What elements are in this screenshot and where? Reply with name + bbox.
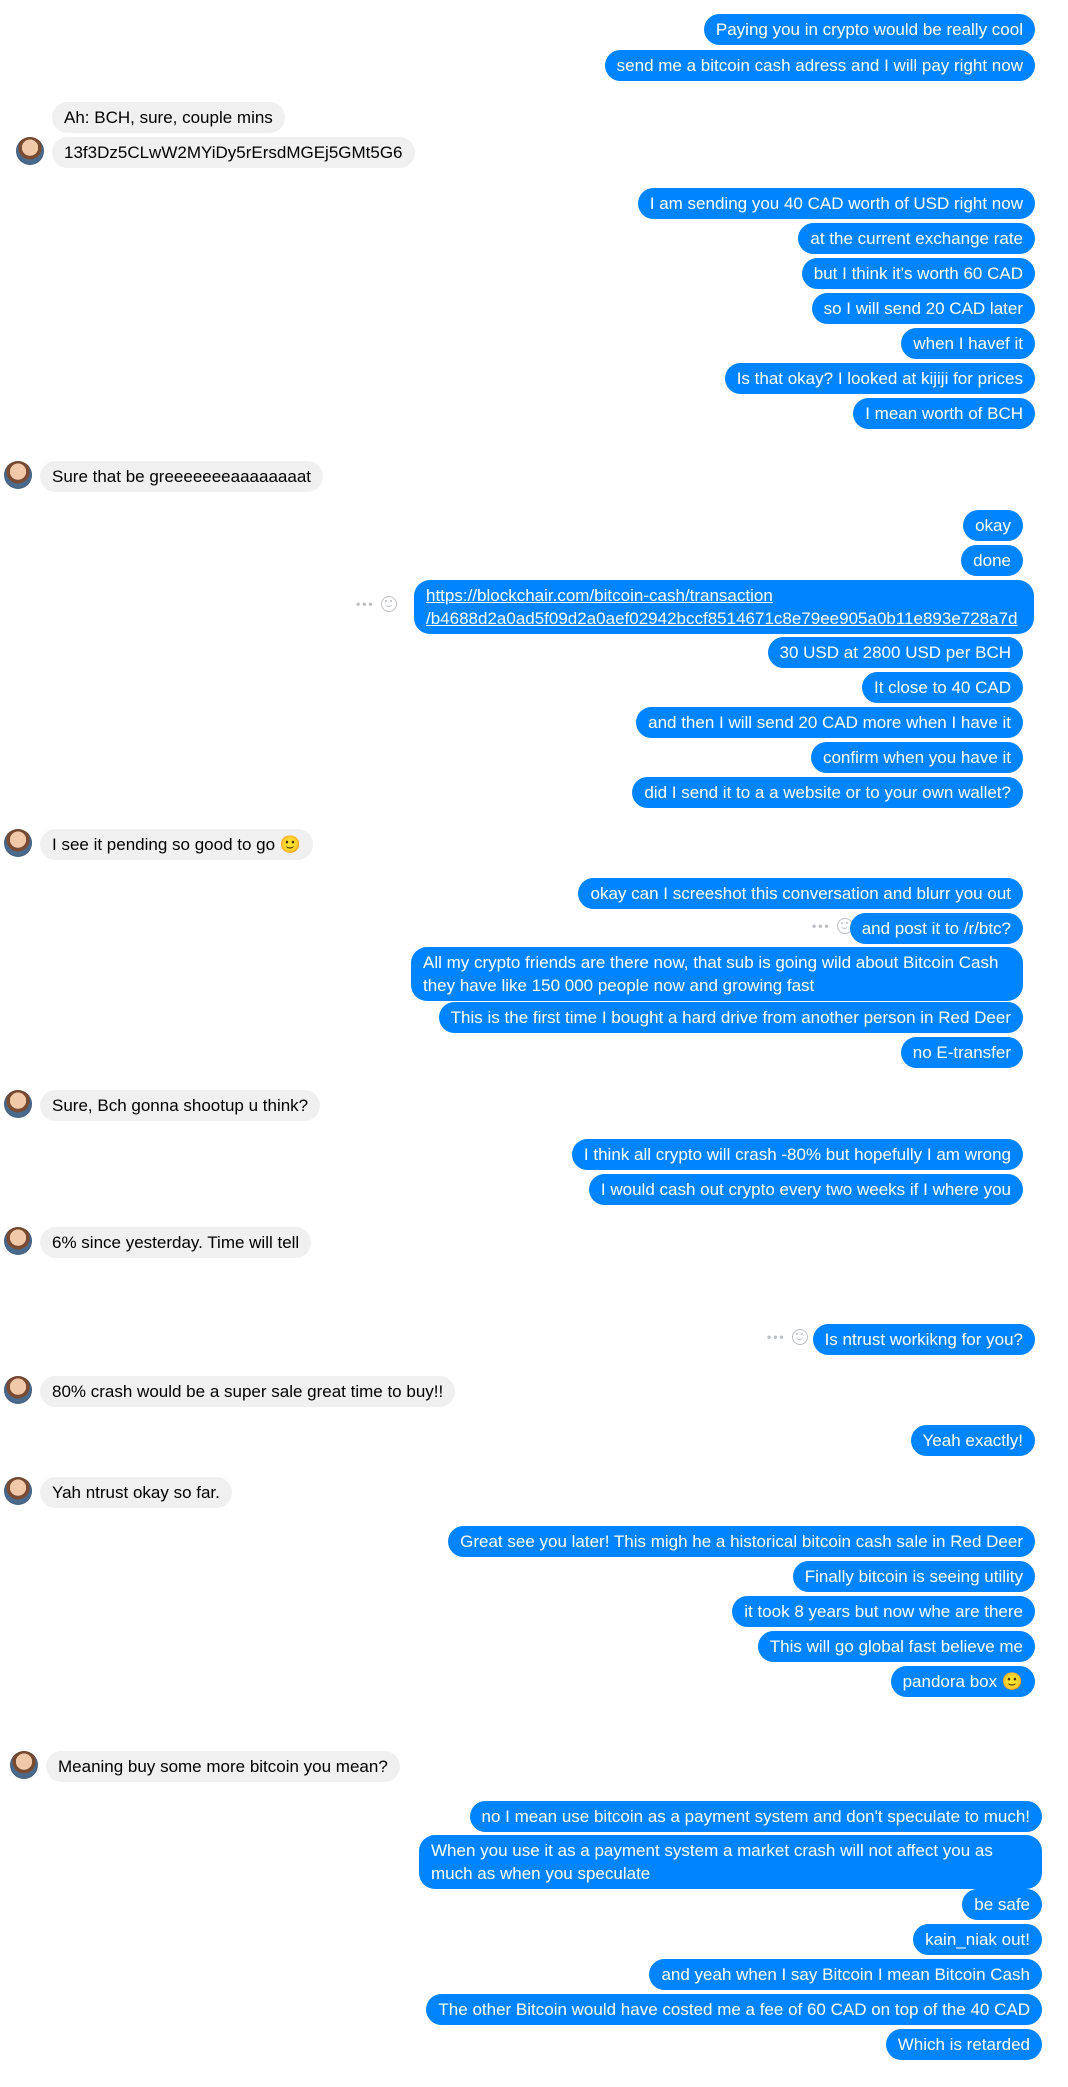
incoming-message[interactable]: 6% since yesterday. Time will tell (40, 1227, 312, 1258)
outgoing-message[interactable]: so I will send 20 CAD later (811, 293, 1035, 324)
outgoing-message[interactable]: okay can I screeshot this conversation a… (578, 878, 1023, 909)
outgoing-message[interactable]: no E-transfer (900, 1037, 1023, 1068)
outgoing-message[interactable]: when I havef it (901, 328, 1035, 359)
contact-avatar (4, 461, 32, 489)
incoming-message[interactable]: Yah ntrust okay so far. (40, 1477, 232, 1508)
contact-avatar (4, 1090, 32, 1118)
more-options-icon[interactable]: ••• (812, 919, 831, 933)
incoming-message[interactable]: 80% crash would be a super sale great ti… (40, 1376, 456, 1407)
message-actions: ••• (812, 918, 853, 934)
outgoing-message[interactable]: be safe (962, 1889, 1042, 1920)
outgoing-message[interactable]: I mean worth of BCH (853, 398, 1035, 429)
message-actions: ••• (767, 1329, 808, 1345)
outgoing-message[interactable]: This is the first time I bought a hard d… (438, 1002, 1023, 1033)
message-actions: ••• (356, 596, 397, 612)
contact-avatar (4, 1477, 32, 1505)
emoji-reaction-icon[interactable] (380, 596, 397, 612)
outgoing-message[interactable]: but I think it's worth 60 CAD (801, 258, 1035, 289)
contact-avatar (16, 137, 44, 165)
more-options-icon[interactable]: ••• (767, 1330, 786, 1344)
incoming-message[interactable]: Sure, Bch gonna shootup u think? (40, 1090, 321, 1121)
incoming-message[interactable]: Ah: BCH, sure, couple mins (52, 102, 285, 133)
incoming-message[interactable]: 13f3Dz5CLwW2MYiDy5rErsdMGEj5GMt5G6 (52, 137, 415, 168)
contact-avatar (4, 829, 32, 857)
outgoing-message[interactable]: The other Bitcoin would have costed me a… (426, 1994, 1042, 2025)
contact-avatar (4, 1376, 32, 1404)
outgoing-message[interactable]: no I mean use bitcoin as a payment syste… (469, 1801, 1042, 1832)
outgoing-message[interactable]: It close to 40 CAD (861, 672, 1023, 703)
outgoing-message[interactable]: 30 USD at 2800 USD per BCH (767, 637, 1023, 668)
transaction-link-line1[interactable]: https://blockchair.com/bitcoin-cash/tran… (426, 584, 1022, 607)
outgoing-message[interactable]: and post it to /r/btc? (849, 913, 1023, 944)
transaction-link-line2[interactable]: /b4688d2a0ad5f09d2a0aef02942bccf8514671c… (426, 607, 1022, 630)
incoming-message[interactable]: I see it pending so good to go 🙂 (40, 829, 313, 860)
outgoing-message[interactable]: it took 8 years but now whe are there (732, 1596, 1035, 1627)
outgoing-message[interactable]: and then I will send 20 CAD more when I … (636, 707, 1023, 738)
emoji-reaction-icon[interactable] (791, 1329, 808, 1345)
incoming-message[interactable]: Sure that be greeeeeeeaaaaaaaat (40, 461, 324, 492)
incoming-message[interactable]: Meaning buy some more bitcoin you mean? (46, 1751, 400, 1782)
outgoing-message[interactable]: Yeah exactly! (910, 1425, 1035, 1456)
outgoing-message[interactable]: I am sending you 40 CAD worth of USD rig… (637, 188, 1035, 219)
outgoing-message[interactable]: did I send it to a a website or to your … (632, 777, 1023, 808)
outgoing-message[interactable]: Finally bitcoin is seeing utility (792, 1561, 1035, 1592)
outgoing-message[interactable]: send me a bitcoin cash adress and I will… (604, 50, 1035, 81)
outgoing-message[interactable]: I think all crypto will crash -80% but h… (571, 1139, 1023, 1170)
outgoing-message[interactable]: kain_niak out! (913, 1924, 1042, 1955)
outgoing-message[interactable]: All my crypto friends are there now, tha… (411, 947, 1023, 1001)
outgoing-message[interactable]: and yeah when I say Bitcoin I mean Bitco… (649, 1959, 1042, 1990)
outgoing-message[interactable]: at the current exchange rate (798, 223, 1035, 254)
contact-avatar (10, 1751, 38, 1779)
outgoing-message[interactable]: When you use it as a payment system a ma… (419, 1835, 1042, 1889)
outgoing-message[interactable]: Great see you later! This migh he a hist… (448, 1526, 1035, 1557)
more-options-icon[interactable]: ••• (356, 597, 375, 611)
outgoing-message[interactable]: I would cash out crypto every two weeks … (588, 1174, 1023, 1205)
outgoing-message[interactable]: Which is retarded (885, 2029, 1042, 2060)
outgoing-message[interactable]: pandora box 🙂 (890, 1666, 1035, 1697)
outgoing-message[interactable]: confirm when you have it (810, 742, 1023, 773)
outgoing-message[interactable]: okay (963, 510, 1023, 541)
outgoing-message[interactable]: Is that okay? I looked at kijiji for pri… (724, 363, 1035, 394)
outgoing-message[interactable]: Is ntrust workikng for you? (812, 1324, 1035, 1355)
outgoing-message[interactable]: This will go global fast believe me (757, 1631, 1035, 1662)
contact-avatar (4, 1227, 32, 1255)
outgoing-link-message[interactable]: https://blockchair.com/bitcoin-cash/tran… (414, 580, 1034, 634)
outgoing-message[interactable]: done (961, 545, 1023, 576)
outgoing-message[interactable]: Paying you in crypto would be really coo… (703, 14, 1035, 45)
